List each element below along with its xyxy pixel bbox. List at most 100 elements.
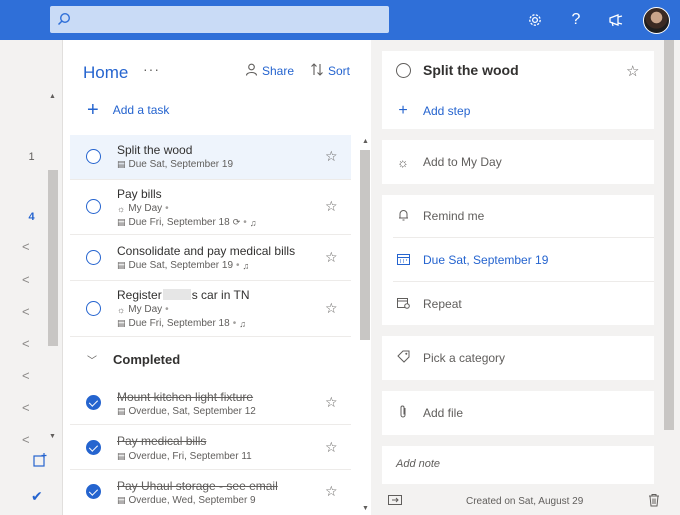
- completed-checkbox[interactable]: [86, 484, 101, 499]
- sun-icon: ☼: [397, 154, 409, 170]
- due-label: Due Fri, September 18: [128, 217, 230, 228]
- chevron-left-icon[interactable]: <: [22, 432, 30, 447]
- complete-checkbox[interactable]: [86, 250, 101, 265]
- star-icon[interactable]: ☆: [325, 439, 338, 456]
- pick-category-row: Pick a category: [382, 349, 654, 367]
- chevron-left-icon[interactable]: <: [22, 400, 30, 415]
- completed-task-item[interactable]: Mount kitchen light fixture ▤ Overdue, S…: [70, 380, 351, 425]
- due-date-button[interactable]: Due Sat, September 19: [382, 251, 654, 269]
- complete-checkbox[interactable]: [86, 301, 101, 316]
- list-scroll-up-icon[interactable]: ▲: [362, 138, 369, 145]
- tag-icon: [396, 350, 410, 366]
- task-item[interactable]: Register s car in TN ☼ My Day • ▤ Due Fri…: [70, 282, 351, 337]
- add-task-label: Add a task: [112, 103, 170, 117]
- chevron-left-icon[interactable]: <: [22, 239, 30, 254]
- calendar-icon: ▤: [117, 260, 126, 270]
- settings-icon[interactable]: [525, 10, 545, 30]
- share-button[interactable]: Share: [245, 63, 294, 79]
- chevron-left-icon[interactable]: <: [22, 368, 30, 383]
- complete-checkbox[interactable]: [86, 149, 101, 164]
- repeat-icon: ⟳: [232, 217, 241, 227]
- chevron-left-icon[interactable]: <: [22, 272, 30, 287]
- note-card[interactable]: Add note: [382, 446, 654, 484]
- repeat-button[interactable]: Repeat: [382, 295, 654, 313]
- detail-task-title[interactable]: Split the wood: [423, 62, 519, 78]
- sort-button[interactable]: Sort: [310, 63, 350, 79]
- add-step-button[interactable]: + Add step: [382, 99, 654, 123]
- completed-task-item[interactable]: Pay medical bills ▤ Overdue, Fri, Septem…: [70, 426, 351, 470]
- calendar-icon: ▤: [117, 318, 126, 328]
- add-step-label: Add step: [423, 104, 471, 118]
- star-icon[interactable]: ☆: [325, 483, 338, 500]
- tasks-check-icon[interactable]: ✔: [31, 488, 43, 505]
- task-due: ▤ Due Fri, September 18 • ♫: [117, 318, 246, 329]
- share-label: Share: [262, 64, 295, 78]
- category-card[interactable]: Pick a category: [382, 336, 654, 380]
- list-scrollbar[interactable]: [360, 150, 370, 340]
- add-to-my-day-label: Add to My Day: [423, 155, 502, 169]
- rail-count-1[interactable]: 1: [0, 151, 63, 163]
- task-detail-pane: Split the wood ☆ + Add step ☼ Add to My …: [371, 40, 680, 515]
- hide-detail-icon[interactable]: [388, 494, 402, 509]
- due-date-label: Due Sat, September 19: [423, 253, 549, 267]
- complete-checkbox[interactable]: [396, 63, 411, 78]
- calendar-icon: ▤: [117, 406, 126, 416]
- due-label: Due Sat, September 19: [128, 159, 234, 170]
- completed-task-item[interactable]: Pay Uhaul storage - see email ▤ Overdue,…: [70, 471, 351, 515]
- myday-label: My Day: [128, 304, 163, 315]
- sort-icon: [310, 63, 324, 79]
- due-label: Due Sat, September 19: [128, 260, 234, 271]
- list-scroll-down-icon[interactable]: ▼: [362, 505, 369, 512]
- add-list-icon[interactable]: [33, 453, 47, 470]
- star-icon[interactable]: ☆: [325, 198, 338, 215]
- calendar-icon: [396, 253, 410, 268]
- repeat-label: Repeat: [423, 297, 462, 311]
- chevron-left-icon[interactable]: <: [22, 336, 30, 351]
- star-icon[interactable]: ☆: [626, 62, 639, 80]
- add-file-card[interactable]: Add file: [382, 391, 654, 435]
- rail-scrollbar[interactable]: [48, 170, 58, 346]
- remind-me-button[interactable]: Remind me: [382, 207, 654, 225]
- completed-toggle[interactable]: ﹀ Completed: [87, 352, 180, 367]
- add-to-my-day-card[interactable]: ☼ Add to My Day: [382, 140, 654, 184]
- sun-icon: ☼: [117, 304, 126, 315]
- add-note-input[interactable]: Add note: [396, 458, 440, 470]
- calendar-icon: ▤: [117, 159, 126, 169]
- task-item[interactable]: Consolidate and pay medical bills ▤ Due …: [70, 236, 351, 281]
- megaphone-icon[interactable]: [606, 10, 626, 30]
- search-input[interactable]: [50, 6, 389, 33]
- task-title: Mount kitchen light fixture: [117, 390, 254, 404]
- completed-checkbox[interactable]: [86, 440, 101, 455]
- plus-icon: +: [398, 102, 408, 119]
- avatar[interactable]: [643, 7, 670, 34]
- due-label: Overdue, Wed, September 9: [128, 495, 256, 506]
- task-title: Pay medical bills: [117, 434, 207, 448]
- rail-scroll-up-icon[interactable]: ▲: [49, 93, 56, 100]
- add-task-input[interactable]: + Add a task: [87, 100, 170, 120]
- help-icon[interactable]: ?: [566, 10, 586, 30]
- more-options-icon[interactable]: ···: [143, 61, 160, 77]
- detail-scrollbar[interactable]: [664, 40, 674, 430]
- star-icon[interactable]: ☆: [325, 249, 338, 266]
- complete-checkbox[interactable]: [86, 199, 101, 214]
- detail-title-card: Split the wood ☆ + Add step: [382, 51, 654, 129]
- task-due: ▤ Overdue, Wed, September 9: [117, 495, 256, 506]
- completed-checkbox[interactable]: [86, 395, 101, 410]
- star-icon[interactable]: ☆: [325, 300, 338, 317]
- divider: [393, 281, 654, 282]
- task-list-pane: Home ··· Share Sort + Add a task Split t…: [63, 40, 371, 515]
- star-icon[interactable]: ☆: [325, 394, 338, 411]
- divider: [393, 237, 654, 238]
- add-file-row: Add file: [382, 404, 654, 422]
- task-due: ▤ Due Fri, September 18 ⟳ • ♫: [117, 217, 257, 228]
- rail-scroll-down-icon[interactable]: ▼: [49, 433, 56, 440]
- bell-icon: ♫: [249, 217, 257, 228]
- chevron-left-icon[interactable]: <: [22, 304, 30, 319]
- task-item[interactable]: Pay bills ☼ My Day • ▤ Due Fri, Septembe…: [70, 181, 351, 235]
- repeat-icon: [396, 297, 410, 312]
- star-icon[interactable]: ☆: [325, 148, 338, 165]
- task-title-start: Register: [117, 288, 162, 302]
- bell-icon: ♫: [239, 318, 246, 329]
- task-item[interactable]: Split the wood ▤ Due Sat, September 19 ☆: [70, 135, 351, 180]
- delete-icon[interactable]: [648, 493, 660, 510]
